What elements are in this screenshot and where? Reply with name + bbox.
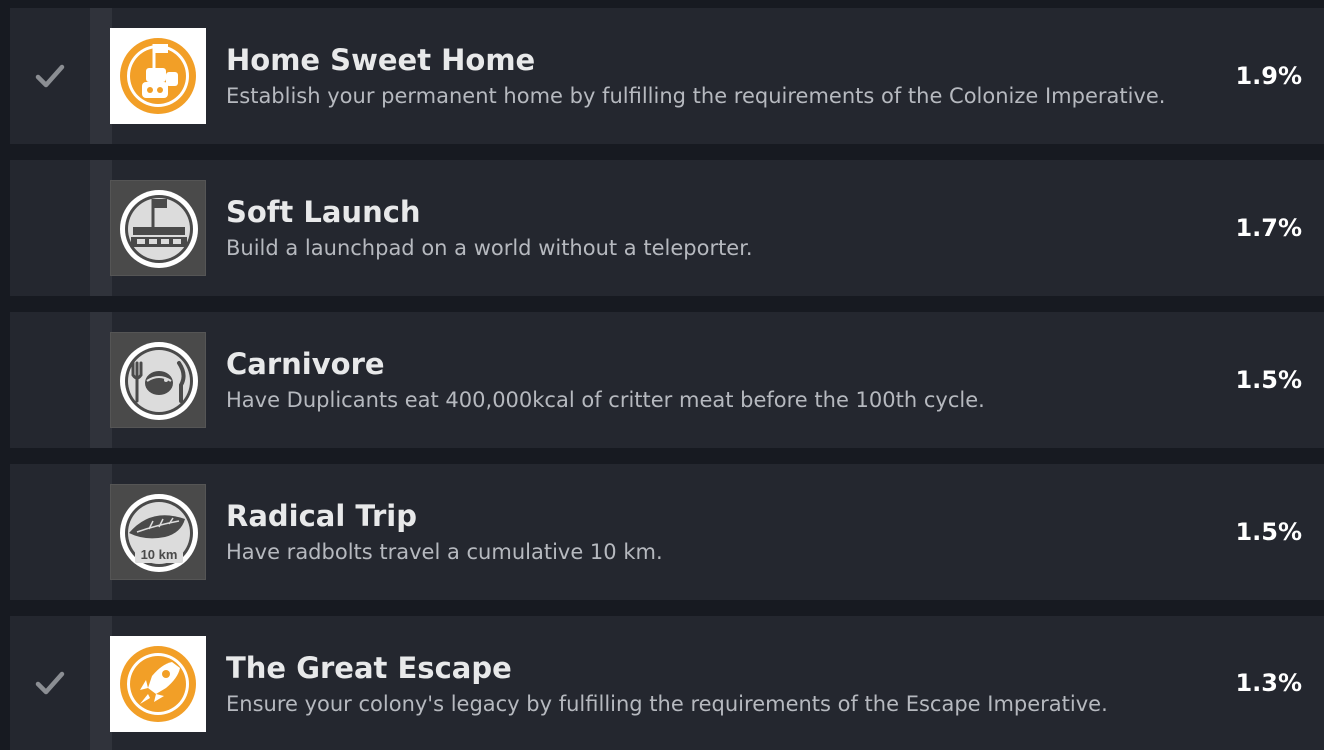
achievement-row[interactable]: Home Sweet Home Establish your permanent… [10,8,1324,144]
radbolt-icon: 10 km [110,484,206,580]
achievement-description: Establish your permanent home by fulfill… [226,84,1166,108]
achievement-text: Carnivore Have Duplicants eat 400,000kca… [226,346,1226,414]
row-separator [90,8,112,144]
achievement-row[interactable]: 10 km Radical Trip Have radbolts travel … [10,464,1324,600]
achievement-title: Soft Launch [226,195,421,229]
achievement-text: Home Sweet Home Establish your permanent… [226,42,1226,110]
achievement-description: Build a launchpad on a world without a t… [226,236,753,260]
achievement-description: Have Duplicants eat 400,000kcal of critt… [226,388,985,412]
radbolt-distance-label: 10 km [141,547,178,562]
achievement-percent: 1.9% [1235,62,1302,90]
achievement-row[interactable]: Soft Launch Build a launchpad on a world… [10,160,1324,296]
critter-meal-icon [110,332,206,428]
rocket-icon [110,636,206,732]
row-separator [90,160,112,296]
achievement-percent: 1.5% [1235,366,1302,394]
achievement-title: Home Sweet Home [226,43,536,77]
row-separator [90,312,112,448]
achievement-description: Ensure your colony's legacy by fulfillin… [226,692,1108,716]
achievement-title: Carnivore [226,347,385,381]
achievement-text: The Great Escape Ensure your colony's le… [226,650,1226,718]
achievement-title: The Great Escape [226,651,512,685]
colony-flag-icon [110,28,206,124]
achievement-percent: 1.7% [1235,214,1302,242]
achievement-text: Radical Trip Have radbolts travel a cumu… [226,498,1226,566]
row-separator [90,464,112,600]
achievement-list: Home Sweet Home Establish your permanent… [0,0,1324,750]
achievement-row[interactable]: Carnivore Have Duplicants eat 400,000kca… [10,312,1324,448]
launchpad-flag-icon [110,180,206,276]
checkmark-icon [35,64,65,88]
achievement-text: Soft Launch Build a launchpad on a world… [226,194,1226,262]
achievement-percent: 1.3% [1235,669,1302,697]
achievement-title: Radical Trip [226,499,417,533]
row-separator [90,616,112,750]
checkmark-icon [35,671,65,695]
achievement-row[interactable]: The Great Escape Ensure your colony's le… [10,616,1324,750]
achievement-description: Have radbolts travel a cumulative 10 km. [226,540,663,564]
achievement-percent: 1.5% [1235,518,1302,546]
